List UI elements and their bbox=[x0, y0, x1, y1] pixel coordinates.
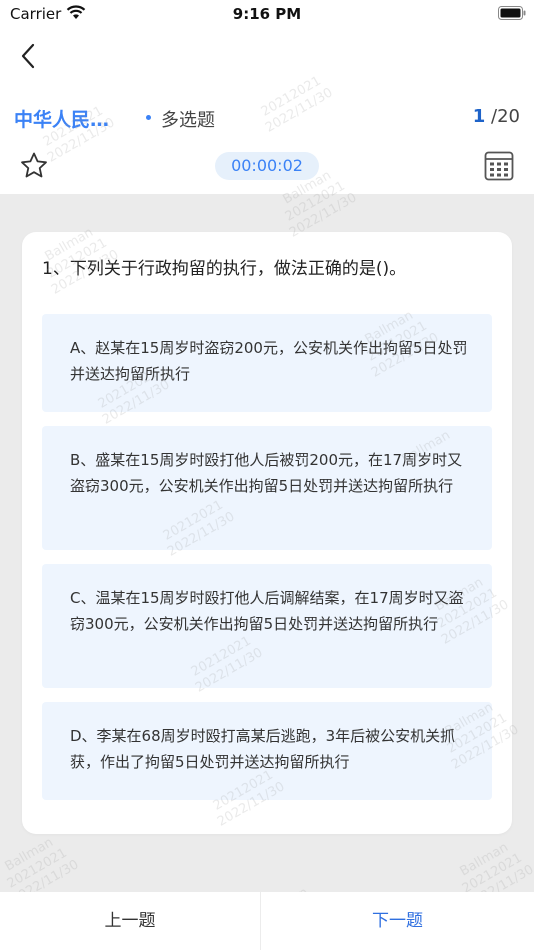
battery-icon bbox=[498, 6, 526, 20]
watermark-name: Ballman bbox=[457, 839, 511, 880]
progress-current: 1 bbox=[472, 106, 486, 127]
option-d[interactable]: D、李某在68周岁时殴打高某后逃跑，3年后被公安机关抓获，作出了拘留5日处罚并送… bbox=[42, 702, 492, 800]
watermark-id: 20212021 bbox=[4, 845, 70, 892]
progress-total: /20 bbox=[491, 106, 520, 127]
previous-question-button[interactable]: 上一题 bbox=[0, 892, 260, 950]
question-header: 中华人民… 多选题 1 /20 00:00:02 bbox=[0, 90, 534, 194]
option-b[interactable]: B、盛某在15周岁时殴打他人后被罚200元，在17周岁时又盗窃300元，公安机关… bbox=[42, 426, 492, 550]
question-progress: 1 /20 bbox=[473, 106, 520, 127]
type-dot bbox=[146, 115, 151, 120]
question-text: 1、下列关于行政拘留的执行，做法正确的是()。 bbox=[42, 259, 407, 279]
timer-badge: 00:00:02 bbox=[215, 152, 319, 180]
back-chevron-icon[interactable] bbox=[12, 38, 48, 74]
watermark-id: 20212021 bbox=[459, 850, 525, 897]
navigation-bar bbox=[0, 30, 534, 90]
status-bar: Carrier 9:16 PM bbox=[0, 0, 534, 30]
bottom-navigation: 上一题 下一题 bbox=[0, 892, 534, 950]
category-title: 中华人民… bbox=[14, 109, 110, 131]
star-icon[interactable] bbox=[18, 150, 50, 182]
watermark-name: Ballman bbox=[2, 834, 56, 875]
clock-time: 9:16 PM bbox=[232, 5, 302, 23]
question-card: 1、下列关于行政拘留的执行，做法正确的是()。 A、赵某在15周岁时盗窃200元… bbox=[22, 232, 512, 834]
question-type-label: 多选题 bbox=[161, 110, 215, 131]
option-a[interactable]: A、赵某在15周岁时盗窃200元，公安机关作出拘留5日处罚并送达拘留所执行 bbox=[42, 314, 492, 412]
answer-sheet-grid-icon[interactable] bbox=[484, 150, 514, 182]
option-c[interactable]: C、温某在15周岁时殴打他人后调解结案，在17周岁时又盗窃300元，公安机关作出… bbox=[42, 564, 492, 688]
next-question-button[interactable]: 下一题 bbox=[261, 892, 534, 950]
